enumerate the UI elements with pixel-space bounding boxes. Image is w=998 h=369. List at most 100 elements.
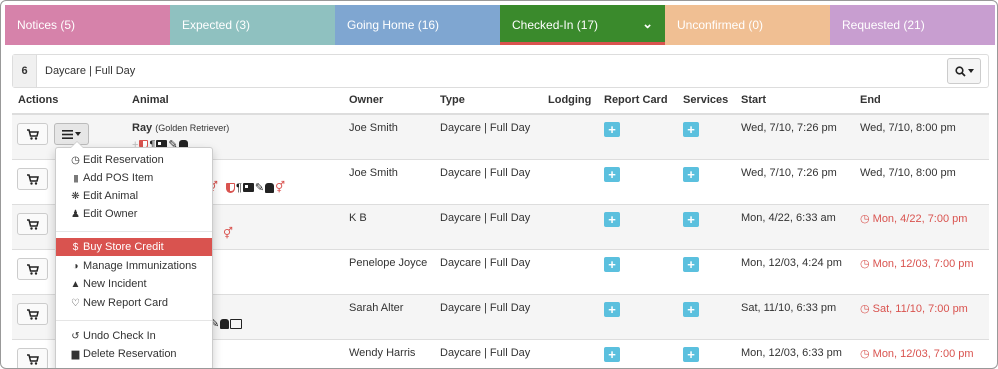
end-cell-overdue: ◷ Mon, 12/03, 7:00 pm	[860, 348, 974, 360]
app-frame: Notices (5) Expected (3) Going Home (16)…	[0, 0, 998, 369]
tab-going-home[interactable]: Going Home (16)	[335, 5, 500, 45]
start-cell: Mon, 12/03, 4:24 pm	[741, 257, 842, 269]
report-card-add-button[interactable]: +	[604, 302, 620, 317]
cart-button[interactable]	[17, 348, 48, 368]
barcode-icon: ||||	[73, 174, 78, 183]
animal-breed: (Golden Retriever)	[155, 123, 230, 133]
shield-icon: ◑	[72, 261, 79, 272]
owner-cell[interactable]: Penelope Joyce	[349, 257, 427, 269]
owner-cell[interactable]: Sarah Alter	[349, 302, 403, 314]
hamburger-icon	[62, 129, 73, 139]
owner-cell[interactable]: Wendy Harris	[349, 347, 415, 359]
menu-item-delete-reservation[interactable]: ▆ Delete Reservation	[56, 345, 212, 363]
actions-dropdown-menu: ◷ Edit Reservation |||| Add POS Item ❋ Edit…	[55, 141, 213, 368]
cart-icon	[26, 218, 39, 230]
type-cell: Daycare | Full Day	[440, 302, 531, 314]
services-add-button[interactable]: +	[683, 347, 699, 362]
owner-cell[interactable]: Joe Smith	[349, 122, 398, 134]
report-card-add-button[interactable]: +	[604, 122, 620, 137]
menu-item-manage-immunizations[interactable]: ◑ Manage Immunizations	[56, 257, 212, 275]
filter-bar: 6 Daycare | Full Day	[12, 54, 989, 88]
filter-count-badge: 6	[13, 55, 37, 87]
start-cell: Mon, 4/22, 6:33 am	[741, 212, 836, 224]
clock-icon: ◷	[860, 258, 873, 270]
menu-item-add-pos-item[interactable]: |||| Add POS Item	[56, 169, 212, 187]
type-cell: Daycare | Full Day	[440, 167, 531, 179]
tab-requested[interactable]: Requested (21)	[830, 5, 995, 45]
trash-icon: ▆	[71, 349, 80, 360]
animal-name: Ray	[132, 122, 153, 134]
clock-icon: ◷	[860, 348, 873, 360]
report-card-add-button[interactable]: +	[604, 347, 620, 362]
tab-checked-in[interactable]: Checked-In (17) ⌄	[500, 5, 665, 45]
caret-down-icon	[75, 132, 81, 136]
col-actions: Actions	[18, 94, 59, 106]
animal-cell[interactable]: Ray (Golden Retriever)	[132, 122, 229, 134]
menu-item-edit-owner[interactable]: ♟ Edit Owner	[56, 205, 212, 223]
services-add-button[interactable]: +	[683, 302, 699, 317]
menu-item-new-incident[interactable]: ▲ New Incident	[56, 275, 212, 293]
cart-button[interactable]	[17, 303, 48, 325]
cart-icon	[26, 353, 39, 365]
col-services: Services	[683, 94, 729, 106]
cart-icon	[26, 128, 39, 140]
col-owner: Owner	[349, 94, 384, 106]
id-card-icon	[242, 183, 254, 192]
filter-label: Daycare | Full Day	[45, 65, 136, 77]
report-card-add-button[interactable]: +	[604, 212, 620, 227]
cart-button[interactable]	[17, 258, 48, 280]
menu-item-edit-reservation[interactable]: ◷ Edit Reservation	[56, 151, 212, 169]
person-icon: ♟	[71, 209, 80, 220]
end-cell-overdue: ◷ Sat, 11/10, 7:00 pm	[860, 303, 968, 315]
col-animal: Animal	[132, 94, 169, 106]
col-report-card: Report Card	[604, 94, 668, 106]
tab-expected[interactable]: Expected (3)	[170, 5, 335, 45]
end-cell-overdue: ◷ Mon, 12/03, 7:00 pm	[860, 258, 974, 270]
report-card-add-button[interactable]: +	[604, 257, 620, 272]
col-start: Start	[741, 94, 767, 106]
col-type: Type	[440, 94, 465, 106]
owner-cell[interactable]: K B	[349, 212, 367, 224]
menu-item-buy-store-credit[interactable]: $ Buy Store Credit	[56, 238, 212, 256]
menu-item-edit-animal[interactable]: ❋ Edit Animal	[56, 187, 212, 205]
type-cell: Daycare | Full Day	[440, 257, 531, 269]
pencil-icon: ✎	[254, 182, 265, 194]
tab-notices[interactable]: Notices (5)	[5, 5, 170, 45]
pilcrow-icon: ¶	[235, 181, 242, 194]
cart-button[interactable]	[17, 213, 48, 235]
end-cell-overdue: ◷ Mon, 4/22, 7:00 pm	[860, 213, 968, 225]
clock-icon: ◷	[71, 155, 80, 166]
menu-item-new-report-card[interactable]: ♡ New Report Card	[56, 294, 212, 312]
type-cell: Daycare | Full Day	[440, 347, 531, 359]
dollar-icon: $	[72, 242, 79, 253]
services-add-button[interactable]: +	[683, 167, 699, 182]
cart-button[interactable]	[17, 123, 48, 145]
status-tabs: Notices (5) Expected (3) Going Home (16)…	[5, 5, 995, 45]
col-lodging: Lodging	[548, 94, 592, 106]
gender-icon: ⚥	[223, 228, 233, 240]
cart-icon	[26, 173, 39, 185]
start-cell: Wed, 7/10, 7:26 pm	[741, 122, 837, 134]
double-chevron-down-icon: ⌄	[642, 16, 653, 31]
animal-flags: ⚥	[223, 227, 233, 240]
end-cell: Wed, 7/10, 8:00 pm	[860, 167, 956, 179]
type-cell: Daycare | Full Day	[440, 122, 531, 134]
tab-unconfirmed[interactable]: Unconfirmed (0)	[665, 5, 830, 45]
cart-button[interactable]	[17, 168, 48, 190]
paw-icon: ❋	[71, 191, 80, 202]
menu-item-undo-check-in[interactable]: ↺ Undo Check In	[56, 327, 212, 345]
gender-icon: ⚥	[275, 182, 286, 194]
end-cell: Wed, 7/10, 8:00 pm	[860, 122, 956, 134]
report-card-add-button[interactable]: +	[604, 167, 620, 182]
caret-down-icon	[967, 69, 974, 73]
menu-divider	[56, 231, 212, 232]
start-cell: Mon, 12/03, 6:33 pm	[741, 347, 842, 359]
cart-icon	[26, 308, 39, 320]
services-add-button[interactable]: +	[683, 257, 699, 272]
services-add-button[interactable]: +	[683, 212, 699, 227]
search-button[interactable]	[947, 58, 981, 84]
menu-divider	[56, 320, 212, 321]
services-add-button[interactable]: +	[683, 122, 699, 137]
clock-icon: ◷	[860, 213, 873, 225]
owner-cell[interactable]: Joe Smith	[349, 167, 398, 179]
